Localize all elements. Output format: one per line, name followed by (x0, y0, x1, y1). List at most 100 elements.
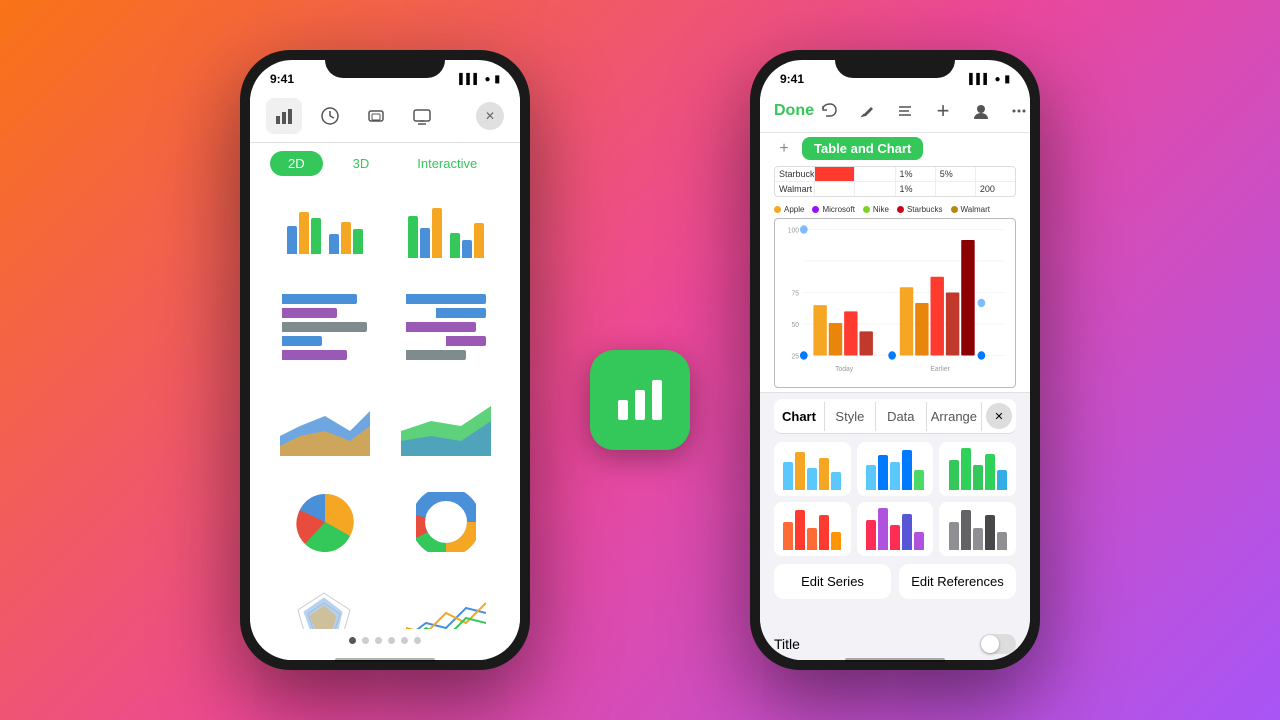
tab-3d[interactable]: 3D (335, 151, 388, 176)
dot-6[interactable] (414, 637, 421, 644)
cell: 1% (896, 182, 936, 196)
list-item[interactable] (266, 192, 383, 274)
dot-1[interactable] (349, 637, 356, 644)
svg-text:75: 75 (792, 290, 800, 297)
edit-series-button[interactable]: Edit Series (774, 564, 891, 599)
svg-text:50: 50 (792, 322, 800, 329)
legend-dot (897, 206, 904, 213)
left-status-icons: ▌▌▌ ● ▮ (459, 74, 500, 85)
chart-legend: Apple Microsoft Nike Starbucks Walmart (760, 201, 1030, 218)
toggle-knob (981, 635, 999, 653)
list-item[interactable] (387, 572, 504, 629)
list-item[interactable] (266, 380, 383, 472)
legend-walmart: Walmart (951, 205, 990, 214)
grid-chart-icon[interactable] (266, 98, 302, 134)
legend-microsoft: Microsoft (812, 205, 854, 214)
legend-dot (863, 206, 870, 213)
right-battery-icon: ▮ (1004, 74, 1010, 85)
battery-icon: ▮ (494, 74, 500, 85)
list-item[interactable] (857, 502, 934, 556)
tab-2d[interactable]: 2D (270, 151, 323, 176)
done-button[interactable]: Done (774, 102, 814, 120)
edit-references-button[interactable]: Edit References (899, 564, 1016, 599)
layers-icon[interactable] (358, 98, 394, 134)
right-notch (835, 50, 955, 78)
left-screen: 9:41 ▌▌▌ ● ▮ ✕ 2D 3D (250, 60, 520, 660)
left-phone: 9:41 ▌▌▌ ● ▮ ✕ 2D 3D (240, 50, 530, 670)
cell: 1% (896, 167, 936, 181)
account-icon[interactable] (966, 96, 996, 126)
tab-data[interactable]: Data (876, 402, 927, 431)
clock-icon[interactable] (312, 98, 348, 134)
signal-icon: ▌▌▌ (459, 74, 480, 85)
list-item[interactable] (857, 442, 934, 496)
table-row: Walmart 1% 200 (775, 182, 1015, 196)
cell (815, 167, 855, 181)
cell (855, 167, 895, 181)
right-toolbar: Done + (760, 90, 1030, 133)
list-item[interactable] (774, 502, 851, 556)
right-status-time: 9:41 (780, 72, 804, 86)
title-toggle[interactable] (980, 634, 1016, 654)
tab-arrange[interactable]: Arrange (927, 402, 982, 431)
cell: 200 (976, 182, 1015, 196)
list-item[interactable] (387, 278, 504, 376)
cell: Starbucks (775, 167, 815, 181)
format-icon[interactable] (890, 96, 920, 126)
list-item[interactable] (939, 442, 1016, 496)
left-notch (325, 50, 445, 78)
dot-2[interactable] (362, 637, 369, 644)
close-button[interactable]: ✕ (476, 102, 504, 130)
right-screen: 9:41 ▌▌▌ ● ▮ Done + (760, 60, 1030, 660)
svg-text:Today: Today (835, 366, 853, 373)
cell (936, 182, 976, 196)
list-item[interactable] (774, 442, 851, 496)
app-icon-wrapper (590, 350, 690, 450)
legend-label: Apple (784, 205, 804, 214)
legend-dot (774, 206, 781, 213)
table-row: Starbucks 1% 5% (775, 167, 1015, 182)
chart-type-grid: + + + + ✱ ✱ ✱ (250, 184, 520, 629)
legend-nike: Nike (863, 205, 889, 214)
cell: 5% (936, 167, 976, 181)
legend-apple: Apple (774, 205, 804, 214)
home-indicator (335, 658, 435, 662)
tab-interactive[interactable]: Interactive (399, 151, 495, 176)
title-row: Title (760, 628, 1030, 660)
bottom-panel: Chart Style Data Arrange ✕ (760, 392, 1030, 628)
list-item[interactable] (387, 476, 504, 568)
chart-style-grid (774, 442, 1016, 556)
legend-dot (951, 206, 958, 213)
list-item[interactable] (266, 572, 383, 629)
right-status-icons: ▌▌▌ ● ▮ (969, 74, 1010, 85)
table-chart-pill[interactable]: Table and Chart (802, 137, 923, 160)
list-item[interactable] (266, 278, 383, 376)
dot-3[interactable] (375, 637, 382, 644)
add-icon[interactable]: + (928, 96, 958, 126)
numbers-app-icon (590, 350, 690, 450)
list-item[interactable] (387, 380, 504, 472)
cell: Walmart (775, 182, 815, 196)
add-small-icon[interactable]: + (774, 139, 794, 159)
markup-icon[interactable] (852, 96, 882, 126)
dot-5[interactable] (401, 637, 408, 644)
right-phone: 9:41 ▌▌▌ ● ▮ Done + (750, 50, 1040, 670)
chart-canvas: 100 75 50 25 Today Earlier (774, 218, 1016, 388)
list-item[interactable] (387, 192, 504, 274)
tab-style[interactable]: Style (825, 402, 876, 431)
tab-chart[interactable]: Chart (774, 402, 825, 431)
panel-close-button[interactable]: ✕ (986, 403, 1012, 429)
legend-dot (812, 206, 819, 213)
display-icon[interactable] (404, 98, 440, 134)
list-item[interactable] (266, 476, 383, 568)
dimension-tabs: 2D 3D Interactive (250, 143, 520, 184)
legend-starbucks: Starbucks (897, 205, 943, 214)
more-icon[interactable] (1004, 96, 1030, 126)
svg-text:100: 100 (788, 227, 799, 234)
title-label: Title (774, 636, 800, 652)
list-item[interactable] (939, 502, 1016, 556)
cell (855, 182, 895, 196)
dot-4[interactable] (388, 637, 395, 644)
undo-icon[interactable] (814, 96, 844, 126)
pagination-dots (250, 629, 520, 660)
